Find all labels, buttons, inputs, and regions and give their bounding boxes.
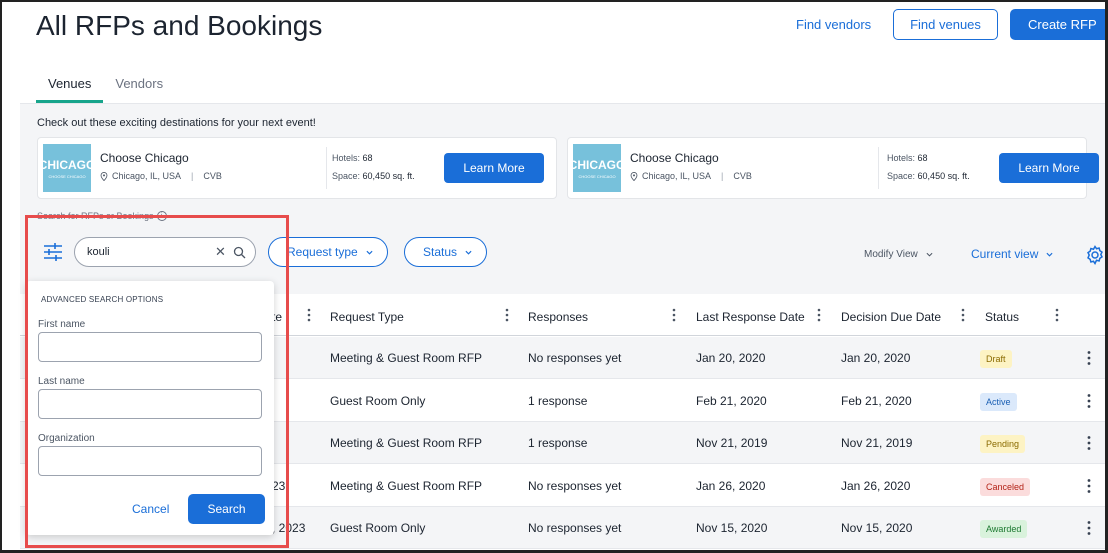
choose-chicago-logo: CHICAGO CHOOSE CHICAGO <box>569 144 625 192</box>
promo-card: CHICAGO CHOOSE CHICAGO Choose Chicago Ch… <box>567 137 1099 199</box>
divider <box>326 147 327 189</box>
column-header-request-type[interactable]: Request Type <box>330 310 404 324</box>
highlight-box <box>25 215 289 548</box>
row-actions-icon[interactable] <box>1087 393 1091 409</box>
logo-text: CHICAGO <box>568 157 626 172</box>
row-actions-icon[interactable] <box>1087 478 1091 494</box>
current-view-label: Current view <box>971 247 1039 261</box>
column-header-decision-due[interactable]: Decision Due Date <box>841 310 941 324</box>
cell-request-type: Meeting & Guest Room RFP <box>330 351 483 365</box>
app-window: All RFPs and Bookings Find vendors Find … <box>0 0 1108 553</box>
status-badge: Pending <box>980 435 1026 453</box>
cell-last-response: Feb 21, 2020 <box>696 393 767 408</box>
row-actions-icon[interactable] <box>1087 435 1091 451</box>
space-value: 60,450 sq. ft. <box>917 171 970 181</box>
hotels-value: 68 <box>917 153 928 163</box>
space-label: Space: <box>887 171 916 181</box>
space-stat: Space: 60,450 sq. ft. <box>332 171 415 181</box>
promo-location-text: Chicago, IL, USA <box>642 171 712 181</box>
hotels-value: 68 <box>362 153 373 163</box>
status-filter-label: Status <box>423 245 458 259</box>
learn-more-button[interactable]: Learn More <box>999 153 1099 183</box>
tab-bar: Venues Vendors <box>36 76 175 103</box>
promo-location-text: Chicago, IL, USA <box>112 171 182 181</box>
modify-view-label: Modify View <box>864 249 918 260</box>
cell-decision-due: Feb 21, 2020 <box>841 393 912 408</box>
chevron-down-icon <box>366 250 373 255</box>
promo-location: Chicago, IL, USA | CVB <box>100 171 222 181</box>
divider <box>878 147 879 189</box>
hotels-label: Hotels: <box>332 153 361 163</box>
cell-request-type: Meeting & Guest Room RFP <box>330 478 483 493</box>
status-filter[interactable]: Status <box>404 237 488 267</box>
row-actions-icon[interactable] <box>1087 350 1091 366</box>
promo-heading: Check out these exciting destinations fo… <box>37 117 316 129</box>
promo-location: Chicago, IL, USA | CVB <box>630 171 752 181</box>
column-menu-icon[interactable] <box>1055 308 1059 322</box>
status-badge: Canceled <box>980 477 1031 496</box>
logo-subtext: CHOOSE CHICAGO <box>48 173 86 179</box>
promo-type: CVB <box>733 171 752 181</box>
cell-responses: No responses yet <box>528 521 622 535</box>
cell-responses: 1 response <box>528 393 588 408</box>
logo-text: CHICAGO <box>38 157 96 172</box>
column-menu-icon[interactable] <box>505 308 509 322</box>
column-header-responses[interactable]: Responses <box>528 310 588 324</box>
column-menu-icon[interactable] <box>307 308 311 322</box>
find-venues-button[interactable]: Find venues <box>893 9 998 40</box>
row-actions-icon[interactable] <box>1087 520 1091 536</box>
hotels-stat: Hotels: 68 <box>887 153 928 163</box>
cell-responses: No responses yet <box>528 478 622 493</box>
separator: | <box>721 171 724 181</box>
cell-request-type: Guest Room Only <box>330 393 426 408</box>
column-header-last-response[interactable]: Last Response Date <box>696 310 805 324</box>
cell-last-response: Nov 15, 2020 <box>696 521 768 535</box>
logo-subtext: CHOOSE CHICAGO <box>578 173 616 179</box>
tab-venues[interactable]: Venues <box>36 76 104 103</box>
location-pin-icon <box>100 171 108 181</box>
cell-request-type: Guest Room Only <box>330 521 426 535</box>
hotels-label: Hotels: <box>887 153 916 163</box>
learn-more-button[interactable]: Learn More <box>444 153 544 183</box>
column-header-status[interactable]: Status <box>985 310 1019 324</box>
chevron-down-icon <box>926 252 933 257</box>
cell-responses: 1 response <box>528 436 588 450</box>
cell-last-response: Jan 26, 2020 <box>696 478 766 493</box>
status-badge: Awarded <box>980 520 1028 538</box>
find-vendors-link[interactable]: Find vendors <box>796 17 871 32</box>
cell-last-response: Jan 20, 2020 <box>696 351 766 365</box>
chevron-down-icon <box>1046 252 1053 257</box>
cell-decision-due: Jan 20, 2020 <box>841 351 911 365</box>
space-value: 60,450 sq. ft. <box>362 171 415 181</box>
hotels-stat: Hotels: 68 <box>332 153 373 163</box>
promo-type: CVB <box>203 171 222 181</box>
promo-card: CHICAGO CHOOSE CHICAGO Choose Chicago Ch… <box>37 137 557 199</box>
promo-name: Choose Chicago <box>630 151 719 165</box>
tab-vendors[interactable]: Vendors <box>103 76 175 103</box>
cell-last-response: Nov 21, 2019 <box>696 436 768 450</box>
status-badge: Active <box>980 392 1017 411</box>
column-menu-icon[interactable] <box>672 308 676 322</box>
status-badge: Draft <box>980 350 1012 368</box>
column-menu-icon[interactable] <box>961 308 965 322</box>
current-view-dropdown[interactable]: Current view <box>971 247 1053 261</box>
cell-responses: No responses yet <box>528 351 622 365</box>
create-rfp-button[interactable]: Create RFP <box>1010 9 1105 40</box>
cell-request-type: Meeting & Guest Room RFP <box>330 436 483 450</box>
modify-view-dropdown[interactable]: Modify View <box>864 249 933 260</box>
gear-icon[interactable] <box>1085 245 1105 265</box>
choose-chicago-logo: CHICAGO CHOOSE CHICAGO <box>39 144 95 192</box>
cell-decision-due: Nov 21, 2019 <box>841 436 913 450</box>
space-stat: Space: 60,450 sq. ft. <box>887 171 970 181</box>
location-pin-icon <box>630 171 638 181</box>
page-title: All RFPs and Bookings <box>36 10 323 41</box>
request-type-label: Request type <box>287 245 358 259</box>
promo-name: Choose Chicago <box>100 151 189 165</box>
cell-decision-due: Jan 26, 2020 <box>841 478 911 493</box>
chevron-down-icon <box>465 250 472 255</box>
separator: | <box>191 171 194 181</box>
cell-decision-due: Nov 15, 2020 <box>841 521 913 535</box>
column-menu-icon[interactable] <box>817 308 821 322</box>
space-label: Space: <box>332 171 361 181</box>
